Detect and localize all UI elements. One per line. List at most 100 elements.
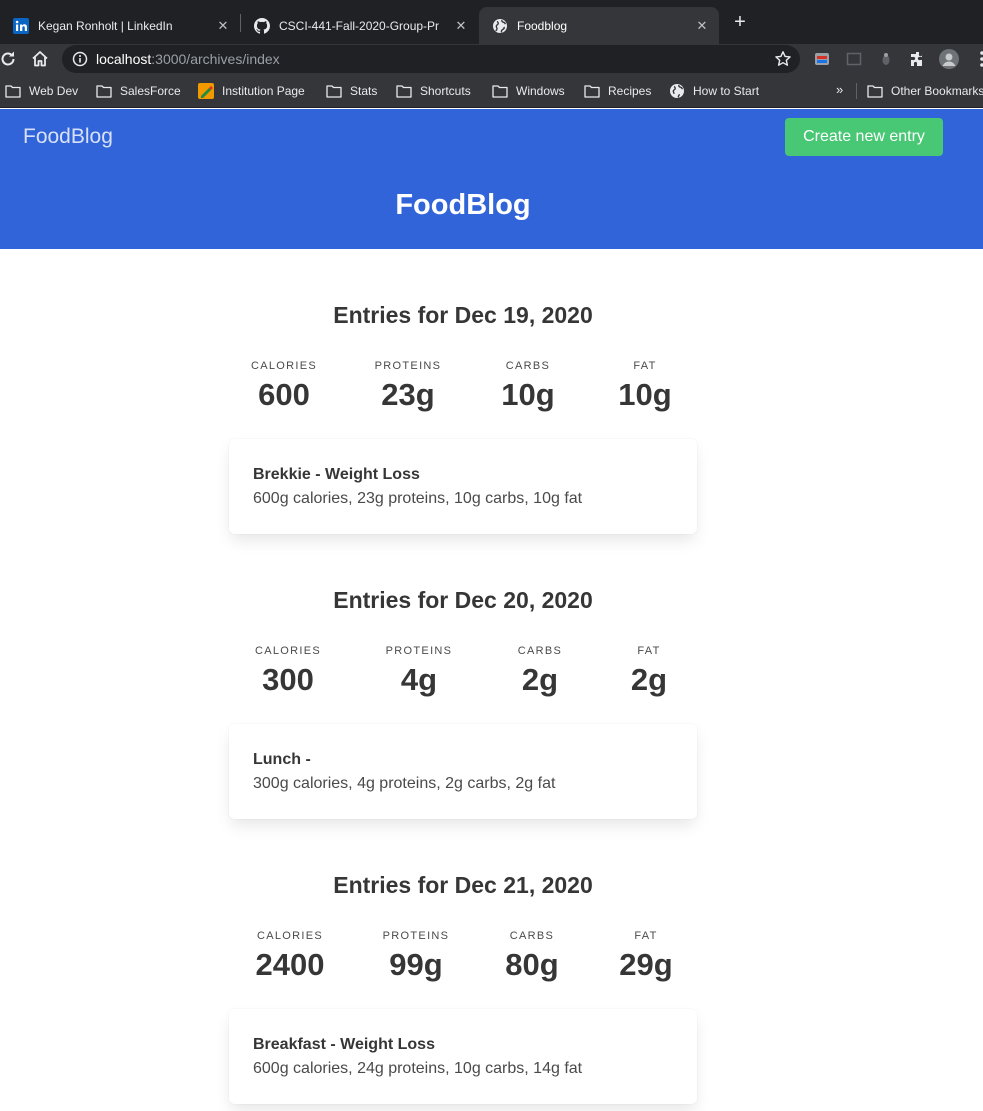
url-path: :3000/archives/index [151,51,280,67]
entry-card[interactable]: Brekkie - Weight Loss 600g calories, 23g… [229,439,697,534]
stat-label: CALORIES [256,930,324,942]
github-icon [254,17,270,34]
bookmark-label: Recipes [608,84,652,98]
stat-value: 600 [258,377,310,412]
page-title: FoodBlog [395,189,531,221]
entry-summary: 600g calories, 23g proteins, 10g carbs, … [253,490,583,507]
navbar-brand[interactable]: FoodBlog [23,125,113,149]
stat-fat: FAT 2g [584,644,714,698]
stat-proteins: PROTEINS 99g [351,929,481,983]
stat-value: 29g [619,947,673,982]
bookmark-label: Other Bookmarks [891,84,983,98]
bookmark-recipes[interactable]: Recipes [584,82,651,100]
puzzle-icon[interactable] [908,49,928,69]
bookmark-label: Institution Page [222,84,305,98]
bookmark-windows[interactable]: Windows [492,82,565,100]
stat-label: CALORIES [250,360,318,372]
stat-calories: CALORIES 300 [223,644,353,698]
extension-icon[interactable] [812,49,832,69]
address-bar[interactable]: localhost:3000/archives/index [62,45,800,73]
stat-value: 99g [389,947,443,982]
stat-calories: CALORIES 2400 [225,929,355,983]
stat-carbs: CARBS 80g [467,929,597,983]
stat-label: FAT [633,360,657,372]
tab-linkedin[interactable]: Kegan Ronholt | LinkedIn ✕ [0,7,240,44]
info-icon[interactable] [72,51,88,67]
close-icon[interactable]: ✕ [453,18,469,34]
stat-label: CARBS [505,360,551,372]
tab-github[interactable]: CSCI-441-Fall-2020-Group-Pr ✕ [241,7,478,44]
bookmark-shortcuts[interactable]: Shortcuts [396,82,471,100]
bookmark-label: How to Start [693,84,760,98]
bookmark-label: Web Dev [29,84,79,98]
bookmark-how-to-start[interactable]: How to Start [669,82,759,100]
stat-label: CALORIES [254,645,322,657]
tab-title: Kegan Ronholt | LinkedIn [38,18,173,33]
bookmark-label: Stats [350,84,378,98]
stat-carbs: CARBS 10g [463,359,593,413]
bookmark-label: Shortcuts [420,84,471,98]
day-heading: Entries for Dec 21, 2020 [333,872,593,898]
entry-summary: 300g calories, 4g proteins, 2g carbs, 2g… [253,775,556,792]
bookmark-web-dev[interactable]: Web Dev [5,82,78,100]
hero-banner: FoodBlog Create new entry FoodBlog [0,109,983,249]
bookmark-other-bookmarks[interactable]: Other Bookmarks [867,82,983,100]
tab-title: CSCI-441-Fall-2020-Group-Pr [279,18,440,33]
bookmark-institution-page[interactable]: Institution Page [198,82,305,100]
bookmarks-bar: Web Dev SalesForce Institution Page Stat… [0,74,983,108]
entry-title: Brekkie - Weight Loss [253,466,420,483]
stat-value: 10g [501,377,555,412]
extension-icon[interactable] [844,49,864,69]
more-bookmarks-button[interactable]: » [836,82,843,97]
stat-label: PROTEINS [382,930,450,942]
bookmark-label: SalesForce [120,84,181,98]
close-icon[interactable]: ✕ [215,18,231,34]
stat-value: 300 [262,662,314,697]
star-icon[interactable] [774,50,792,68]
stat-fat: FAT 29g [581,929,711,983]
tab-foodblog[interactable]: Foodblog ✕ [479,7,719,44]
entry-card[interactable]: Lunch - 300g calories, 4g proteins, 2g c… [229,724,697,819]
folder-icon [584,85,600,98]
close-icon[interactable]: ✕ [694,18,710,34]
folder-icon [867,85,883,98]
folder-icon [5,85,21,98]
stat-value: 23g [381,377,435,412]
reload-icon[interactable] [0,49,18,69]
stat-value: 2400 [255,947,325,982]
stat-fat: FAT 10g [580,359,710,413]
stat-calories: CALORIES 600 [219,359,349,413]
stat-proteins: PROTEINS 4g [354,644,484,698]
folder-icon [96,85,112,98]
avatar-icon[interactable] [939,49,959,69]
tab-title: Foodblog [517,18,568,33]
stat-label: FAT [637,645,661,657]
home-icon[interactable] [30,49,50,69]
bookmark-salesforce[interactable]: SalesForce [96,82,181,100]
site-icon [198,83,214,99]
day-heading: Entries for Dec 19, 2020 [333,302,593,328]
menu-icon[interactable] [972,49,983,69]
browser-tab-strip: Kegan Ronholt | LinkedIn ✕ CSCI-441-Fall… [0,0,983,44]
stat-proteins: PROTEINS 23g [343,359,473,413]
day-heading: Entries for Dec 20, 2020 [333,587,593,613]
entry-card[interactable]: Breakfast - Weight Loss 600g calories, 2… [229,1009,697,1104]
stat-value: 10g [618,377,672,412]
bookmarks-divider [856,83,857,99]
entry-title: Breakfast - Weight Loss [253,1036,435,1053]
stat-value: 4g [400,662,438,697]
stat-label: FAT [634,930,658,942]
stat-label: CARBS [509,930,555,942]
stat-label: PROTEINS [385,645,453,657]
folder-icon [492,85,508,98]
new-tab-button[interactable]: + [729,12,751,34]
stat-value: 80g [505,947,559,982]
create-new-entry-button[interactable]: Create new entry [785,118,943,156]
bookmark-stats[interactable]: Stats [326,82,377,100]
globe-icon [493,18,507,33]
stat-label: PROTEINS [374,360,442,372]
linkedin-icon [13,17,29,34]
globe-icon [670,84,684,98]
url-text: localhost:3000/archives/index [96,51,280,67]
extension-icon[interactable] [876,49,896,69]
